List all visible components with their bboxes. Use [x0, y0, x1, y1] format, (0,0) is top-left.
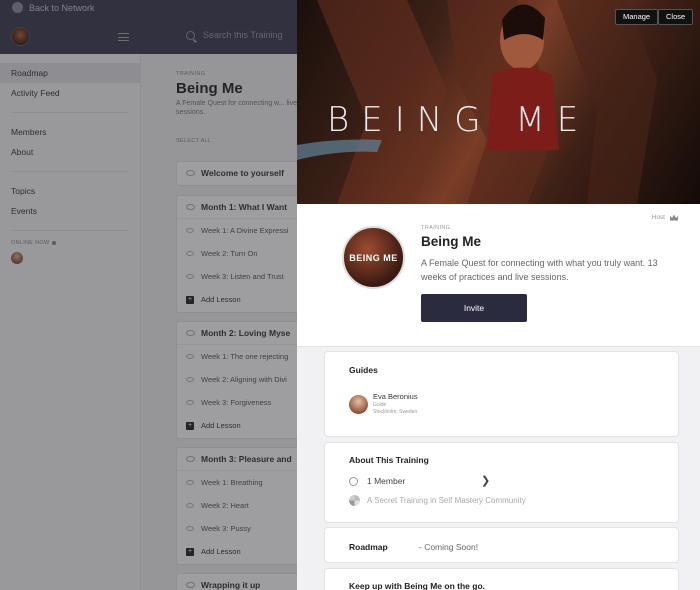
guides-title: Guides — [349, 365, 378, 375]
training-detail-panel: BEING ME Manage Close Host BEING ME TRAI… — [297, 0, 700, 590]
member-icon — [349, 477, 358, 486]
close-button[interactable]: Close — [658, 9, 694, 25]
guide-location: Stockholm, Sweden — [373, 409, 418, 415]
roadmap-card: Roadmap - Coming Soon! — [324, 527, 679, 563]
training-info: Host BEING ME TRAINING Being Me A Female… — [297, 204, 700, 347]
roadmap-title: Roadmap — [349, 542, 388, 552]
manage-button[interactable]: Manage — [615, 9, 659, 25]
host-label: Host — [651, 214, 665, 221]
guide-name[interactable]: Eva Beronius — [373, 392, 418, 401]
hero-banner: BEING ME Manage Close — [297, 0, 700, 204]
member-count[interactable]: 1 Member — [367, 476, 405, 486]
host-badge: Host — [652, 214, 678, 221]
training-title: Being Me — [421, 234, 482, 249]
training-kicker: TRAINING — [421, 225, 451, 231]
guides-card: Guides Eva Beronius Guide Stockholm, Swe… — [324, 351, 679, 437]
crown-icon — [670, 214, 678, 221]
training-avatar-text: BEING ME — [349, 252, 398, 263]
roadmap-status: - Coming Soon! — [419, 542, 479, 552]
community-icon — [349, 495, 360, 506]
community-label[interactable]: A Secret Training in Self Mastery Commun… — [367, 496, 526, 505]
hero-title: BEING ME — [327, 100, 591, 140]
guide-avatar[interactable] — [349, 395, 368, 414]
chevron-right-icon[interactable]: ❯ — [481, 474, 490, 487]
training-description: A Female Quest for connecting with what … — [421, 258, 658, 282]
invite-button[interactable]: Invite — [421, 294, 527, 322]
keep-up-card: Keep up with Being Me on the go. — [324, 568, 679, 590]
training-avatar: BEING ME — [342, 226, 405, 289]
about-title: About This Training — [349, 455, 429, 465]
guide-role: Guide — [373, 402, 387, 408]
about-card: About This Training 1 Member ❯ A Secret … — [324, 442, 679, 523]
keep-up-title: Keep up with Being Me on the go. — [349, 581, 485, 590]
